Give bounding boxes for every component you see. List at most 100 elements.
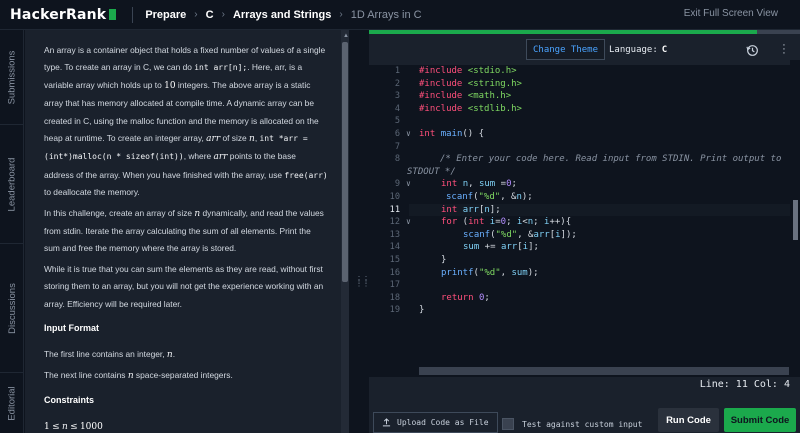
problem-scrollbar[interactable]	[341, 30, 349, 433]
editor-bottom-bar: Upload Code as File Test against custom …	[369, 402, 800, 433]
constraint-line: 1 ≤ n ≤ 1000	[44, 421, 103, 432]
line-number: 5	[394, 116, 400, 127]
code-line: 14 sum += arr[i];	[369, 241, 800, 254]
breadcrumb-arrays-and-strings[interactable]: Arrays and Strings	[233, 9, 331, 21]
code-line: 12 ∨ for (int i=0; i<n; i++){	[369, 216, 800, 229]
code-line: 10 scanf("%d", &n);	[369, 191, 800, 204]
line-number: 2	[394, 78, 400, 89]
line-number: 13	[389, 229, 400, 240]
language-label: Language:	[609, 45, 658, 55]
hackerrank-logo[interactable]: HackerRank	[10, 6, 117, 23]
scrollbar-thumb[interactable]	[342, 42, 348, 282]
tab-label: Editorial	[6, 385, 18, 421]
more-options-icon[interactable]: · · ·	[781, 40, 787, 59]
custom-input-label: Test against custom input	[522, 419, 643, 429]
change-theme-button[interactable]: Change Theme	[526, 39, 606, 60]
math-number: 10	[164, 80, 176, 91]
line-number: 17	[389, 280, 400, 291]
horizontal-scrollbar[interactable]	[419, 367, 789, 375]
breadcrumb-current: 1D Arrays in C	[350, 8, 422, 21]
code-line-current: 11 int arr[n];	[369, 204, 800, 217]
problem-paragraph-3: While it is true that you can sum the el…	[44, 263, 324, 309]
inline-code: free(arr)	[284, 170, 328, 180]
vertical-tabs: Submissions Leaderboard Discussions Edit…	[0, 30, 24, 433]
math-variable: arr	[206, 134, 221, 145]
input-format-heading: Input Format	[44, 323, 99, 334]
logo-text: HackerRank	[10, 6, 107, 23]
line-number: 3	[394, 91, 400, 102]
line-number: 14	[389, 242, 400, 253]
code-line: 13 scanf("%d", &arr[i]);	[369, 229, 800, 242]
fold-chevron-icon[interactable]: ∨	[406, 216, 411, 229]
fold-chevron-icon[interactable]: ∨	[406, 178, 411, 191]
line-number: 1	[394, 66, 400, 76]
tab-submissions[interactable]: Submissions	[0, 30, 24, 124]
math-variable: arr	[213, 152, 228, 163]
line-number: 6	[394, 129, 400, 139]
run-code-button[interactable]: Run Code	[658, 408, 719, 432]
problem-paragraph-2: In this challenge, create an array of si…	[44, 207, 324, 254]
code-line: 2 #include <string.h>	[369, 78, 800, 91]
problem-text: An array is a container object that hold…	[44, 42, 328, 433]
chevron-right-icon: ›	[221, 9, 225, 20]
code-line: 17	[369, 279, 800, 292]
editor-area: Change Theme Language: C · · · 1 #include <…	[369, 30, 800, 433]
code-line: 3 #include <math.h>	[369, 90, 800, 103]
scrollbar-thumb[interactable]	[793, 200, 798, 240]
input-format-line-1: The first line contains an integer, n.	[44, 348, 176, 360]
constraints-heading: Constraints	[44, 395, 95, 406]
code-line: 19 }	[369, 304, 800, 317]
top-separator	[132, 6, 134, 23]
exit-fullscreen-link[interactable]: Exit Full Screen View	[684, 8, 778, 19]
fold-chevron-icon[interactable]: ∨	[406, 128, 411, 141]
language-selector[interactable]: Language: C	[609, 45, 667, 55]
code-line: 15 }	[369, 254, 800, 267]
upload-label: Upload Code as File	[397, 418, 489, 427]
line-number: 12	[389, 217, 400, 228]
tab-editorial[interactable]: Editorial	[0, 373, 24, 433]
code-editor[interactable]: 1 #include <stdio.h> 2 #include <string.…	[369, 65, 800, 377]
upload-icon	[382, 418, 391, 427]
code-line: STDOUT */	[407, 166, 456, 177]
code-line: 18 return 0;	[369, 292, 800, 305]
tab-label: Leaderboard	[6, 157, 18, 211]
breadcrumb: Prepare › C › Arrays and Strings › 1D Ar…	[145, 9, 421, 21]
line-number: 4	[394, 103, 400, 114]
code-line: 9 ∨ int n, sum =0;	[369, 178, 800, 191]
history-icon[interactable]	[746, 44, 759, 57]
code-line: 5	[369, 115, 800, 128]
code-line: 8 /* Enter your code here. Read input fr…	[369, 153, 800, 166]
line-number: 18	[389, 292, 400, 303]
upload-code-button[interactable]: Upload Code as File	[373, 412, 498, 433]
tab-label: Submissions	[6, 50, 18, 104]
tab-label: Discussions	[6, 282, 18, 334]
tab-discussions[interactable]: Discussions	[0, 244, 24, 372]
line-number: 10	[389, 192, 400, 202]
chevron-right-icon: ›	[339, 9, 343, 20]
code-line: 16 printf("%d", sum);	[369, 267, 800, 280]
input-format-line-2: The next line contains n space-separated…	[44, 369, 233, 381]
custom-input-toggle[interactable]: Test against custom input	[502, 418, 642, 430]
drag-handle-icon[interactable]: ⋮⋮ ⋮⋮	[355, 276, 370, 288]
breadcrumb-prepare[interactable]: Prepare	[145, 9, 186, 21]
tab-leaderboard[interactable]: Leaderboard	[0, 125, 24, 243]
editor-toolbar: Change Theme Language: C · · ·	[369, 34, 800, 62]
inline-code: int arr[n];	[194, 63, 248, 73]
language-value: C	[661, 45, 668, 55]
problem-paragraph-1: An array is a container object that hold…	[44, 45, 328, 198]
code-line: 1 #include <stdio.h>	[369, 65, 800, 78]
line-number: 9	[394, 179, 400, 190]
chevron-right-icon: ›	[194, 9, 198, 20]
submit-code-button[interactable]: Submit Code	[724, 408, 796, 432]
code-line: 7	[369, 141, 800, 154]
line-number: 7	[394, 141, 400, 152]
pane-splitter[interactable]: ⋮⋮ ⋮⋮	[349, 30, 370, 433]
code-line: 6 ∨ int main() {	[369, 128, 800, 141]
cursor-position-status: Line: 11 Col: 4	[699, 379, 790, 390]
editor-scrollbar[interactable]	[790, 60, 800, 372]
line-number: 15	[389, 255, 400, 265]
custom-input-checkbox[interactable]	[502, 418, 514, 430]
top-bar: HackerRank Prepare › C › Arrays and Stri…	[0, 0, 800, 30]
breadcrumb-c[interactable]: C	[206, 9, 214, 21]
line-number: 8	[394, 154, 400, 165]
